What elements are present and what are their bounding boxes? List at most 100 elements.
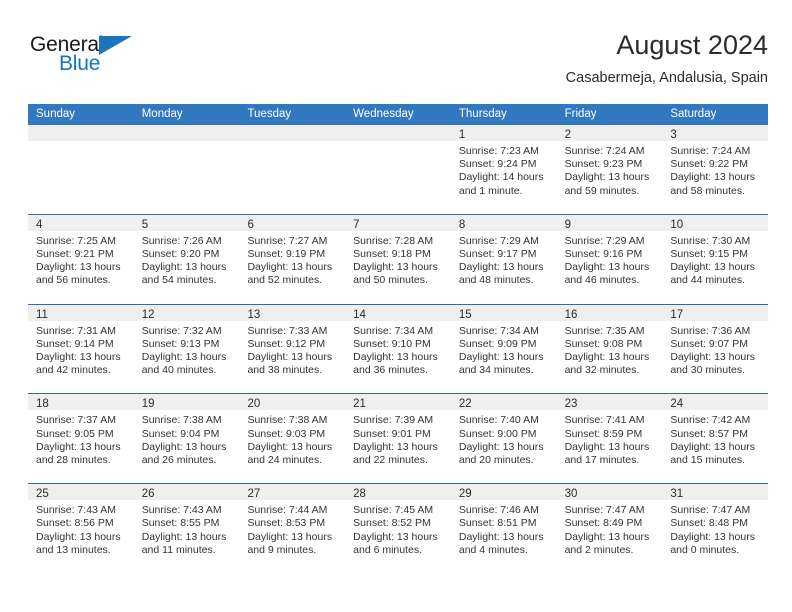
day-cell-28[interactable]: 28 Sunrise: 7:45 AM Sunset: 8:52 PM Dayligh… (345, 484, 451, 573)
day-number: 27 (247, 488, 261, 501)
day-cell-1[interactable]: 1 Sunrise: 7:23 AM Sunset: 9:24 PM Daylight… (450, 125, 557, 214)
sunset-text: Sunset: 9:18 PM (353, 248, 431, 260)
day-cell-22[interactable]: 22 Sunrise: 7:40 AM Sunset: 9:00 PM Dayligh… (450, 394, 557, 483)
daylight-text: Daylight: 13 hours and 0 minutes. (670, 530, 755, 556)
day-number-band: 6 (239, 214, 346, 231)
sunset-text: Sunset: 9:15 PM (670, 248, 748, 260)
day-number: 19 (141, 398, 155, 411)
page-header: General Blue August 2024 Casabermeja, An… (28, 28, 768, 98)
day-cell-15[interactable]: 15 Sunrise: 7:34 AM Sunset: 9:09 PM Dayligh… (450, 304, 557, 394)
weekday-header-wednesday: Wednesday (353, 108, 414, 120)
daylight-text: Daylight: 13 hours and 28 minutes. (36, 440, 121, 466)
day-info: Sunrise: 7:36 AM Sunset: 9:07 PM Daylight:… (662, 321, 768, 378)
daylight-text: Daylight: 13 hours and 2 minutes. (564, 530, 650, 556)
day-cell-26[interactable]: 26 Sunrise: 7:43 AM Sunset: 8:55 PM Dayligh… (133, 484, 240, 573)
day-cell-25[interactable]: 25 Sunrise: 7:43 AM Sunset: 8:56 PM Dayligh… (28, 484, 134, 573)
day-number-band: 18 (28, 394, 134, 411)
generalblue-logo[interactable]: General Blue (30, 34, 230, 88)
day-info: Sunrise: 7:33 AM Sunset: 9:12 PM Daylight:… (239, 321, 345, 378)
sunrise-text: Sunrise: 7:28 AM (353, 234, 434, 247)
sunrise-text: Sunrise: 7:36 AM (670, 324, 751, 337)
day-cell-27[interactable]: 27 Sunrise: 7:44 AM Sunset: 8:53 PM Dayligh… (239, 484, 346, 573)
day-number: 7 (353, 218, 360, 231)
day-cell-29[interactable]: 29 Sunrise: 7:46 AM Sunset: 8:51 PM Dayligh… (450, 484, 557, 573)
day-cell-13[interactable]: 13 Sunrise: 7:33 AM Sunset: 9:12 PM Dayligh… (239, 304, 346, 394)
day-cell-2[interactable]: 2 Sunrise: 7:24 AM Sunset: 9:23 PM Daylight… (556, 125, 663, 214)
daylight-text: Daylight: 13 hours and 50 minutes. (353, 261, 438, 287)
page-title: August 2024 (616, 30, 768, 60)
day-cell-10[interactable]: 10 Sunrise: 7:30 AM Sunset: 9:15 PM Dayligh… (662, 214, 769, 304)
sunrise-text: Sunrise: 7:29 AM (458, 234, 539, 247)
sunset-text: Sunset: 9:21 PM (36, 248, 114, 260)
day-number: 23 (564, 398, 578, 411)
sunset-text: Sunset: 9:07 PM (670, 337, 748, 350)
day-cell-11[interactable]: 11 Sunrise: 7:31 AM Sunset: 9:14 PM Dayligh… (28, 304, 134, 394)
sunset-text: Sunset: 8:59 PM (564, 427, 643, 440)
day-cell-4[interactable]: 4 Sunrise: 7:25 AM Sunset: 9:21 PM Daylight… (28, 214, 134, 304)
day-number-band: 26 (133, 484, 240, 501)
day-number: 4 (36, 218, 43, 231)
day-cell-8[interactable]: 8 Sunrise: 7:29 AM Sunset: 9:17 PM Daylight… (450, 214, 557, 304)
day-cell-3[interactable]: 3 Sunrise: 7:24 AM Sunset: 9:22 PM Daylight… (662, 125, 769, 214)
sunrise-text: Sunrise: 7:46 AM (458, 504, 539, 517)
weekday-header-row: Sunday Monday Tuesday Wednesday Thursday Frid… (28, 104, 768, 125)
sunrise-text: Sunrise: 7:45 AM (353, 504, 434, 517)
daylight-text: Daylight: 13 hours and 58 minutes. (670, 171, 755, 197)
sunrise-text: Sunrise: 7:42 AM (670, 414, 751, 427)
day-number: 25 (36, 488, 49, 501)
day-number-band: 21 (345, 394, 451, 411)
logo-triangle-icon (99, 36, 132, 55)
day-cell-19[interactable]: 19 Sunrise: 7:38 AM Sunset: 9:04 PM Dayligh… (133, 394, 240, 483)
day-cell-23[interactable]: 23 Sunrise: 7:41 AM Sunset: 8:59 PM Dayligh… (556, 394, 663, 483)
day-cell-empty (239, 125, 346, 214)
day-number: 6 (247, 218, 254, 231)
day-number: 17 (670, 308, 684, 321)
logo-text-blue: Blue (59, 52, 101, 75)
day-cell-9[interactable]: 9 Sunrise: 7:29 AM Sunset: 9:16 PM Daylight… (556, 214, 663, 304)
day-info: Sunrise: 7:24 AM Sunset: 9:22 PM Daylight:… (662, 141, 768, 198)
day-number-band: 1 (450, 125, 557, 141)
day-number-band (239, 125, 346, 141)
sunset-text: Sunset: 9:12 PM (247, 337, 326, 350)
sunrise-text: Sunrise: 7:27 AM (247, 234, 328, 247)
sunset-text: Sunset: 9:20 PM (141, 248, 220, 260)
day-number: 2 (564, 129, 571, 141)
day-number: 9 (564, 218, 571, 231)
day-number-band: 19 (133, 394, 240, 411)
daylight-text: Daylight: 13 hours and 4 minutes. (458, 530, 544, 556)
day-number: 26 (141, 488, 155, 501)
day-info: Sunrise: 7:29 AM Sunset: 9:17 PM Daylight:… (451, 231, 557, 288)
day-number-band: 22 (450, 394, 557, 411)
day-cell-31[interactable]: 31 Sunrise: 7:47 AM Sunset: 8:48 PM Dayligh… (662, 484, 769, 573)
day-cell-17[interactable]: 17 Sunrise: 7:36 AM Sunset: 9:07 PM Dayligh… (662, 304, 769, 394)
day-cell-20[interactable]: 20 Sunrise: 7:38 AM Sunset: 9:03 PM Dayligh… (239, 394, 346, 483)
day-number: 28 (353, 488, 366, 501)
sunset-text: Sunset: 9:08 PM (564, 337, 643, 350)
day-cell-12[interactable]: 12 Sunrise: 7:32 AM Sunset: 9:13 PM Dayligh… (133, 304, 240, 394)
sunset-text: Sunset: 8:55 PM (141, 517, 220, 530)
day-cell-6[interactable]: 6 Sunrise: 7:27 AM Sunset: 9:19 PM Daylight… (239, 214, 346, 304)
sunrise-text: Sunrise: 7:24 AM (564, 145, 645, 157)
day-cell-5[interactable]: 5 Sunrise: 7:26 AM Sunset: 9:20 PM Daylight… (133, 214, 240, 304)
day-number-band: 17 (662, 304, 769, 321)
day-cell-7[interactable]: 7 Sunrise: 7:28 AM Sunset: 9:18 PM Daylight… (345, 214, 451, 304)
day-info: Sunrise: 7:37 AM Sunset: 9:05 PM Daylight:… (28, 410, 134, 467)
sunrise-text: Sunrise: 7:39 AM (353, 414, 434, 427)
day-cell-21[interactable]: 21 Sunrise: 7:39 AM Sunset: 9:01 PM Dayligh… (345, 394, 451, 483)
day-cell-24[interactable]: 24 Sunrise: 7:42 AM Sunset: 8:57 PM Dayligh… (662, 394, 769, 483)
daylight-text: Daylight: 13 hours and 26 minutes. (141, 440, 227, 466)
sunrise-text: Sunrise: 7:26 AM (141, 234, 222, 247)
day-number-band: 15 (450, 304, 557, 321)
day-cell-14[interactable]: 14 Sunrise: 7:34 AM Sunset: 9:10 PM Dayligh… (345, 304, 451, 394)
day-info: Sunrise: 7:38 AM Sunset: 9:03 PM Daylight:… (239, 410, 345, 467)
day-info: Sunrise: 7:39 AM Sunset: 9:01 PM Daylight:… (345, 410, 451, 467)
sunset-text: Sunset: 8:57 PM (670, 427, 748, 440)
day-cell-30[interactable]: 30 Sunrise: 7:47 AM Sunset: 8:49 PM Dayligh… (556, 484, 663, 573)
day-cell-18[interactable]: 18 Sunrise: 7:37 AM Sunset: 9:05 PM Dayligh… (28, 394, 134, 483)
sunrise-text: Sunrise: 7:44 AM (247, 504, 328, 517)
day-info: Sunrise: 7:44 AM Sunset: 8:53 PM Daylight:… (239, 500, 345, 557)
page-subtitle: Casabermeja, Andalusia, Spain (565, 70, 768, 86)
title-block: August 2024 Casabermeja, Andalusia, Spai… (566, 28, 768, 88)
day-cell-16[interactable]: 16 Sunrise: 7:35 AM Sunset: 9:08 PM Dayligh… (556, 304, 663, 394)
day-cell-empty (28, 125, 134, 214)
